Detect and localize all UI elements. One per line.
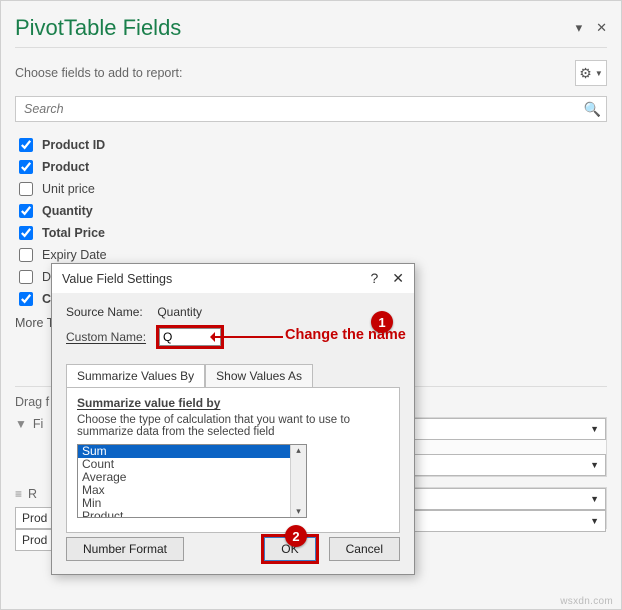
settings-button[interactable]: ⚙▼ [575, 60, 607, 86]
search-icon: 🔍 [584, 101, 601, 118]
pane-subtext: Choose fields to add to report: [15, 66, 182, 80]
field-label: Product [42, 160, 89, 174]
tab-show-values[interactable]: Show Values As [205, 364, 313, 388]
field-checkbox[interactable] [19, 292, 33, 306]
tab-summarize[interactable]: Summarize Values By [66, 364, 205, 388]
field-label: Expiry Date [42, 248, 107, 262]
pane-title: PivotTable Fields [15, 15, 181, 41]
field-label: Total Price [42, 226, 105, 240]
filter-icon: ▼ [15, 417, 27, 431]
source-name-label: Source Name: [66, 305, 154, 319]
search-field[interactable]: 🔍 [15, 96, 607, 122]
gear-icon: ⚙ [579, 65, 592, 82]
list-item[interactable]: Average [78, 471, 306, 484]
field-checkbox[interactable] [19, 226, 33, 240]
close-icon[interactable]: ✕ [392, 270, 404, 287]
field-checkbox[interactable] [19, 138, 33, 152]
field-checkbox[interactable] [19, 204, 33, 218]
value-field-settings-dialog: Value Field Settings ? ✕ Source Name: Qu… [51, 263, 415, 575]
search-input[interactable] [15, 96, 607, 122]
panel-heading: Summarize value field by [77, 396, 389, 410]
chevron-down-icon: ▼ [590, 494, 599, 504]
chevron-down-icon: ▼ [590, 424, 599, 434]
calc-listbox[interactable]: Sum Count Average Max Min Product ▴ ▾ [77, 444, 307, 518]
dialog-title: Value Field Settings [62, 272, 172, 286]
area-heading: R [28, 487, 37, 501]
annotation-arrow [213, 336, 283, 338]
dialog-tabs: Summarize Values By Show Values As [66, 363, 400, 387]
close-icon[interactable]: ✕ [596, 20, 607, 36]
annotation-badge-2: 2 [285, 525, 307, 547]
scrollbar[interactable]: ▴ ▾ [290, 445, 306, 517]
panel-help: Choose the type of calculation that you … [77, 414, 389, 438]
minimize-icon[interactable]: ▾ [576, 20, 583, 36]
field-checkbox[interactable] [19, 270, 33, 284]
field-label: Quantity [42, 204, 93, 218]
source-name-value: Quantity [157, 305, 202, 319]
field-checkbox[interactable] [19, 248, 33, 262]
field-checkbox[interactable] [19, 182, 33, 196]
field-label: Unit price [42, 182, 95, 196]
custom-name-label: Custom Name: [66, 330, 150, 344]
annotation-text: Change the name [285, 327, 406, 343]
drag-label: Drag f [15, 395, 49, 409]
list-item[interactable]: Max [78, 484, 306, 497]
chevron-down-icon: ▼ [595, 69, 603, 78]
watermark: wsxdn.com [560, 596, 613, 607]
chevron-down-icon: ▼ [590, 460, 599, 470]
field-checkbox[interactable] [19, 160, 33, 174]
cancel-button[interactable]: Cancel [329, 537, 400, 561]
scroll-down-icon[interactable]: ▾ [296, 506, 301, 517]
number-format-button[interactable]: Number Format [66, 537, 184, 561]
list-item[interactable]: Product [78, 510, 306, 518]
scroll-up-icon[interactable]: ▴ [296, 445, 301, 456]
area-heading: Fi [33, 417, 43, 431]
field-label: Product ID [42, 138, 105, 152]
summarize-panel: Summarize value field by Choose the type… [66, 387, 400, 533]
chevron-down-icon: ▼ [590, 516, 599, 526]
help-icon[interactable]: ? [370, 270, 378, 287]
rows-icon: ≡ [15, 487, 22, 501]
